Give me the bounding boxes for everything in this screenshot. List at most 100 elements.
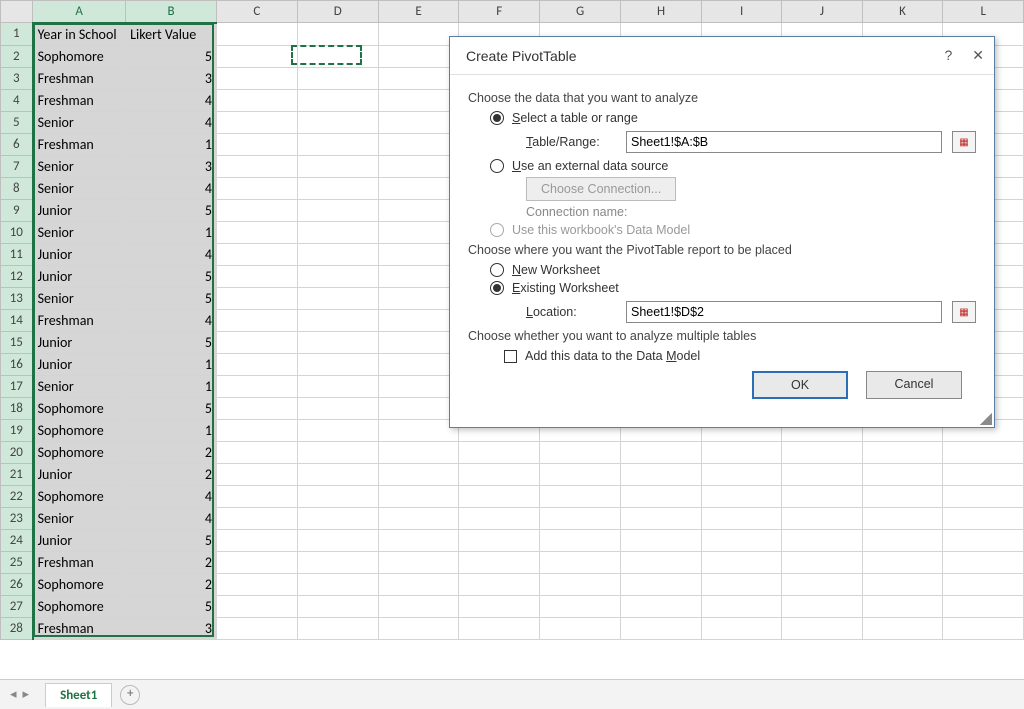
cell-D6[interactable]	[297, 133, 378, 155]
cell-A5[interactable]: Senior	[33, 111, 126, 133]
cell-D24[interactable]	[297, 529, 378, 551]
cell-C6[interactable]	[216, 133, 297, 155]
cell-B9[interactable]: 5	[126, 199, 217, 221]
cell-H22[interactable]	[621, 485, 702, 507]
row-header-15[interactable]: 15	[1, 331, 33, 353]
cell-H27[interactable]	[621, 595, 702, 617]
row-header-20[interactable]: 20	[1, 441, 33, 463]
cell-A25[interactable]: Freshman	[33, 551, 126, 573]
column-header-L[interactable]: L	[943, 1, 1024, 23]
cell-A24[interactable]: Junior	[33, 529, 126, 551]
cell-A23[interactable]: Senior	[33, 507, 126, 529]
radio-existing-worksheet-label[interactable]: Existing Worksheet	[512, 281, 619, 295]
column-header-D[interactable]: D	[297, 1, 378, 23]
cell-F28[interactable]	[459, 617, 540, 639]
cell-A11[interactable]: Junior	[33, 243, 126, 265]
cell-B7[interactable]: 3	[126, 155, 217, 177]
cell-F23[interactable]	[459, 507, 540, 529]
cell-E11[interactable]	[378, 243, 459, 265]
row-header-12[interactable]: 12	[1, 265, 33, 287]
cell-E24[interactable]	[378, 529, 459, 551]
ok-button[interactable]: OK	[752, 371, 848, 399]
row-header-13[interactable]: 13	[1, 287, 33, 309]
cell-D9[interactable]	[297, 199, 378, 221]
cell-D26[interactable]	[297, 573, 378, 595]
cell-G23[interactable]	[540, 507, 621, 529]
add-sheet-button[interactable]: +	[120, 685, 140, 705]
cell-K21[interactable]	[862, 463, 943, 485]
cell-B3[interactable]: 3	[126, 67, 217, 89]
column-header-B[interactable]: B	[126, 1, 217, 23]
cell-L23[interactable]	[943, 507, 1024, 529]
cell-E7[interactable]	[378, 155, 459, 177]
cell-C15[interactable]	[216, 331, 297, 353]
radio-new-worksheet-label[interactable]: New Worksheet	[512, 263, 600, 277]
cell-C28[interactable]	[216, 617, 297, 639]
cell-A18[interactable]: Sophomore	[33, 397, 126, 419]
cell-G21[interactable]	[540, 463, 621, 485]
cell-A22[interactable]: Sophomore	[33, 485, 126, 507]
cell-I23[interactable]	[702, 507, 782, 529]
cell-C27[interactable]	[216, 595, 297, 617]
cell-E27[interactable]	[378, 595, 459, 617]
cell-I26[interactable]	[702, 573, 782, 595]
cell-J23[interactable]	[782, 507, 862, 529]
row-header-3[interactable]: 3	[1, 67, 33, 89]
cell-D27[interactable]	[297, 595, 378, 617]
cell-C16[interactable]	[216, 353, 297, 375]
cell-D19[interactable]	[297, 419, 378, 441]
row-header-19[interactable]: 19	[1, 419, 33, 441]
checkbox-add-data-model[interactable]	[504, 350, 517, 363]
column-header-H[interactable]: H	[621, 1, 702, 23]
row-header-24[interactable]: 24	[1, 529, 33, 551]
cell-I24[interactable]	[702, 529, 782, 551]
cell-A17[interactable]: Senior	[33, 375, 126, 397]
row-header-21[interactable]: 21	[1, 463, 33, 485]
cell-A8[interactable]: Senior	[33, 177, 126, 199]
radio-external-source[interactable]	[490, 159, 504, 173]
row-header-9[interactable]: 9	[1, 199, 33, 221]
cell-J28[interactable]	[782, 617, 862, 639]
cell-A6[interactable]: Freshman	[33, 133, 126, 155]
cell-B27[interactable]: 5	[126, 595, 217, 617]
help-icon[interactable]: ?	[944, 47, 952, 64]
cell-C10[interactable]	[216, 221, 297, 243]
cell-A16[interactable]: Junior	[33, 353, 126, 375]
cell-A20[interactable]: Sophomore	[33, 441, 126, 463]
cell-B6[interactable]: 1	[126, 133, 217, 155]
cell-E8[interactable]	[378, 177, 459, 199]
cell-B23[interactable]: 4	[126, 507, 217, 529]
cell-C17[interactable]	[216, 375, 297, 397]
cell-D10[interactable]	[297, 221, 378, 243]
cell-C19[interactable]	[216, 419, 297, 441]
cell-C14[interactable]	[216, 309, 297, 331]
cell-F25[interactable]	[459, 551, 540, 573]
cell-A1[interactable]: Year in School	[33, 23, 126, 46]
cancel-button[interactable]: Cancel	[866, 371, 962, 399]
cell-G25[interactable]	[540, 551, 621, 573]
radio-new-worksheet[interactable]	[490, 263, 504, 277]
cell-A15[interactable]: Junior	[33, 331, 126, 353]
cell-C2[interactable]	[216, 45, 297, 67]
sheet-nav-next-icon[interactable]: ▸	[23, 687, 30, 702]
row-header-22[interactable]: 22	[1, 485, 33, 507]
cell-D14[interactable]	[297, 309, 378, 331]
row-header-10[interactable]: 10	[1, 221, 33, 243]
cell-A10[interactable]: Senior	[33, 221, 126, 243]
column-header-I[interactable]: I	[702, 1, 782, 23]
cell-E26[interactable]	[378, 573, 459, 595]
row-header-2[interactable]: 2	[1, 45, 33, 67]
cell-B5[interactable]: 4	[126, 111, 217, 133]
cell-E5[interactable]	[378, 111, 459, 133]
cell-I20[interactable]	[702, 441, 782, 463]
cell-E20[interactable]	[378, 441, 459, 463]
column-header-J[interactable]: J	[782, 1, 862, 23]
cell-B8[interactable]: 4	[126, 177, 217, 199]
cell-E1[interactable]	[378, 23, 459, 46]
cell-K28[interactable]	[862, 617, 943, 639]
cell-B17[interactable]: 1	[126, 375, 217, 397]
cell-D23[interactable]	[297, 507, 378, 529]
cell-J25[interactable]	[782, 551, 862, 573]
cell-L28[interactable]	[943, 617, 1024, 639]
column-header-A[interactable]: A	[33, 1, 126, 23]
